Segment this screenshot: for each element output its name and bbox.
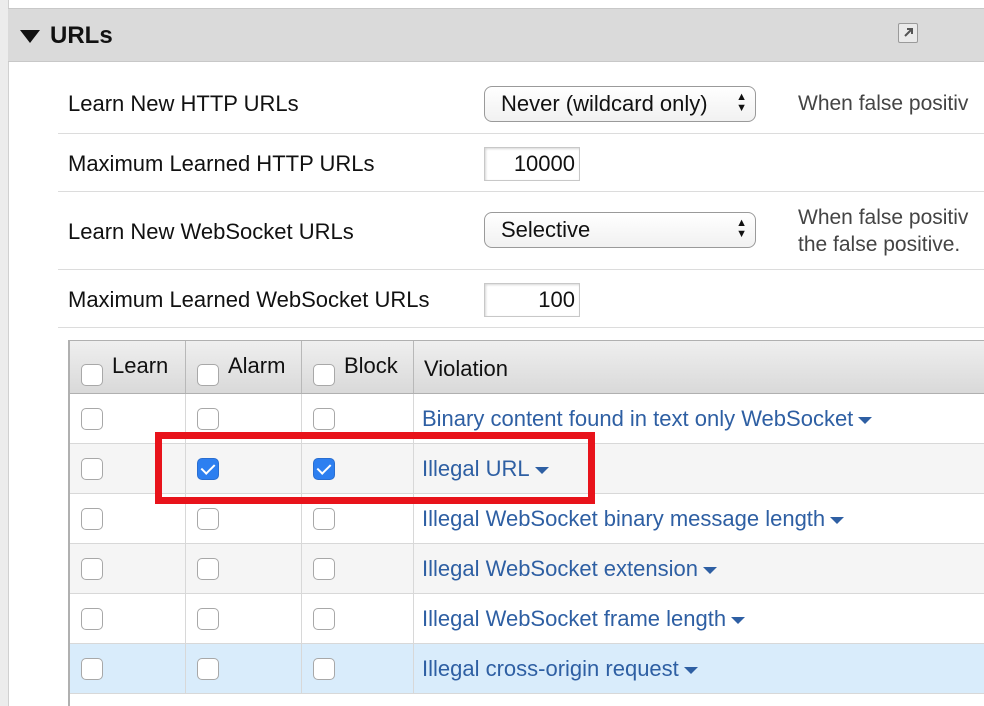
learn-websocket-urls-select[interactable]: Selective ▲ ▼ xyxy=(484,212,756,248)
violation-link[interactable]: Illegal WebSocket frame length xyxy=(422,606,746,632)
collapse-caret-icon[interactable] xyxy=(20,30,40,43)
select-value: Selective xyxy=(501,217,591,242)
header-label: Alarm xyxy=(228,353,286,378)
select-arrows-icon: ▲ ▼ xyxy=(736,217,747,240)
grid-header: Learn Alarm Block Violation xyxy=(70,340,984,394)
violation-name: Illegal WebSocket extension xyxy=(422,556,698,581)
block-checkbox[interactable] xyxy=(313,608,335,630)
panel-header[interactable]: URLs xyxy=(8,8,984,62)
panel-title: URLs xyxy=(50,22,113,49)
help-text: When false positiv xyxy=(798,206,969,229)
block-checkbox[interactable] xyxy=(313,508,335,530)
max-websocket-urls-input[interactable]: 100 xyxy=(484,283,580,317)
dropdown-arrow-icon[interactable] xyxy=(731,616,746,624)
alarm-cell xyxy=(186,644,302,694)
alarm-cell xyxy=(186,594,302,644)
block-all-checkbox[interactable] xyxy=(313,364,335,386)
violation-name: Binary content found in text only WebSoc… xyxy=(422,406,854,431)
block-checkbox[interactable] xyxy=(313,408,335,430)
dropdown-arrow-icon[interactable] xyxy=(858,416,873,424)
setting-row-learn-websocket: Learn New WebSocket URLs Selective ▲ ▼ Wh… xyxy=(58,192,984,270)
header-learn[interactable]: Learn xyxy=(70,341,186,393)
violation-name: Illegal cross-origin request xyxy=(422,656,679,681)
help-text: the false positive. xyxy=(798,233,961,256)
popout-icon[interactable] xyxy=(898,23,918,43)
max-http-urls-input[interactable]: 10000 xyxy=(484,147,580,181)
header-label: Learn xyxy=(112,353,169,378)
setting-row-max-http: Maximum Learned HTTP URLs 10000 xyxy=(58,134,984,192)
annotation-highlight-box xyxy=(155,432,595,504)
violation-name: Illegal WebSocket frame length xyxy=(422,606,727,631)
select-arrows-icon: ▲ ▼ xyxy=(736,91,747,114)
alarm-checkbox[interactable] xyxy=(197,608,219,630)
violation-link[interactable]: Illegal cross-origin request xyxy=(422,656,698,682)
help-text: When false positiv xyxy=(798,92,969,115)
header-violation[interactable]: Violation xyxy=(414,341,984,393)
alarm-checkbox[interactable] xyxy=(197,408,219,430)
learn-cell xyxy=(70,594,186,644)
alarm-checkbox[interactable] xyxy=(197,558,219,580)
dropdown-arrow-icon[interactable] xyxy=(830,516,845,524)
setting-row-max-websocket: Maximum Learned WebSocket URLs 100 xyxy=(58,270,984,328)
violation-link[interactable]: Binary content found in text only WebSoc… xyxy=(422,406,873,432)
header-block[interactable]: Block xyxy=(302,341,414,393)
left-rail xyxy=(0,0,9,706)
violation-link[interactable]: Illegal WebSocket extension xyxy=(422,556,717,582)
learn-cell xyxy=(70,544,186,594)
header-label: Violation xyxy=(424,356,508,381)
setting-label: Maximum Learned WebSocket URLs xyxy=(68,287,430,312)
learn-checkbox[interactable] xyxy=(81,558,103,580)
learn-checkbox[interactable] xyxy=(81,658,103,680)
header-alarm[interactable]: Alarm xyxy=(186,341,302,393)
learn-checkbox[interactable] xyxy=(81,608,103,630)
block-cell xyxy=(302,594,414,644)
learn-checkbox[interactable] xyxy=(81,508,103,530)
dropdown-arrow-icon[interactable] xyxy=(683,666,698,674)
block-checkbox[interactable] xyxy=(313,558,335,580)
table-row[interactable]: Illegal WebSocket extension xyxy=(70,544,984,594)
learn-cell xyxy=(70,644,186,694)
setting-label: Learn New HTTP URLs xyxy=(68,91,299,116)
alarm-checkbox[interactable] xyxy=(197,658,219,680)
block-cell xyxy=(302,544,414,594)
violations-grid: Learn Alarm Block Violation Binary conte… xyxy=(68,340,984,706)
learn-checkbox[interactable] xyxy=(81,458,103,480)
table-row[interactable]: Illegal WebSocket frame length xyxy=(70,594,984,644)
dropdown-arrow-icon[interactable] xyxy=(702,566,717,574)
block-checkbox[interactable] xyxy=(313,658,335,680)
violation-name: Illegal WebSocket binary message length xyxy=(422,506,826,531)
learn-all-checkbox[interactable] xyxy=(81,364,103,386)
setting-label: Learn New WebSocket URLs xyxy=(68,219,354,244)
setting-row-learn-http: Learn New HTTP URLs Never (wildcard only… xyxy=(58,74,984,134)
alarm-checkbox[interactable] xyxy=(197,508,219,530)
table-row[interactable]: Illegal cross-origin request xyxy=(70,644,984,694)
alarm-cell xyxy=(186,544,302,594)
header-label: Block xyxy=(344,353,398,378)
violation-link[interactable]: Illegal WebSocket binary message length xyxy=(422,506,845,532)
select-value: Never (wildcard only) xyxy=(501,91,708,116)
block-cell xyxy=(302,644,414,694)
learn-checkbox[interactable] xyxy=(81,408,103,430)
learn-http-urls-select[interactable]: Never (wildcard only) ▲ ▼ xyxy=(484,86,756,122)
setting-label: Maximum Learned HTTP URLs xyxy=(68,151,375,176)
alarm-all-checkbox[interactable] xyxy=(197,364,219,386)
